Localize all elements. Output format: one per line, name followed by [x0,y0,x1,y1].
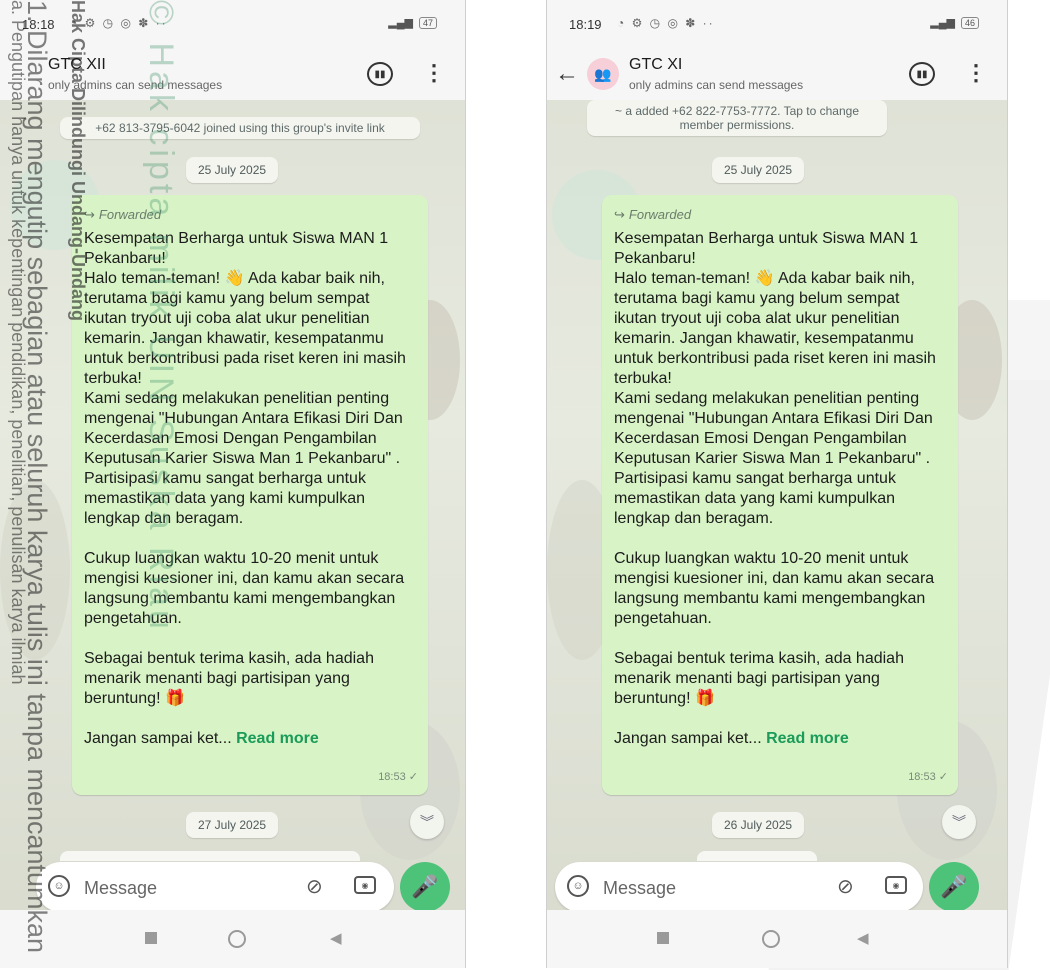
attach-icon[interactable]: ⊘ [306,874,323,899]
mic-button[interactable]: 🎤 [929,862,979,912]
system-message: +62 813-3795-6042 joined using this grou… [60,117,420,139]
system-message: ~ a added +62 822-7753-7772. Tap to chan… [587,100,887,136]
attach-icon[interactable]: ⊘ [837,874,854,899]
scroll-down-icon[interactable]: ︾ [942,805,976,839]
forwarded-label: ↪ Forwarded [614,207,692,222]
group-call-icon[interactable]: ▮▮ [367,62,393,86]
camera-icon[interactable]: ◉ [354,876,376,894]
scroll-down-icon[interactable]: ︾ [410,805,444,839]
status-right: ▂▄▆ 46 [930,16,979,29]
date-chip: 25 July 2025 [712,157,805,183]
status-time: 18:18 [22,17,55,32]
group-subtitle: only admins can send messages [48,78,223,92]
next-message-peek [697,851,817,861]
emoji-icon[interactable]: ☺ [48,875,70,897]
notification-icons: ◔ ⚙ ◷ ◎ ✽ ·· [617,16,715,30]
signal-icon: ▂▄▆ [930,17,955,29]
truncated-text: Jangan sampai ket... [84,730,232,747]
message-paragraph: Kesempatan Berharga untuk Siswa MAN 1 Pe… [614,230,936,527]
message-time: 18:53 ✓ [908,771,948,783]
status-bar: 18:19 ◔ ⚙ ◷ ◎ ✽ ·· ▂▄▆ 46 [547,0,1007,48]
truncated-text: Jangan sampai ket... [614,730,762,747]
recents-icon[interactable] [657,932,669,944]
read-more-link[interactable]: Read more [766,730,849,747]
message-paragraph: Cukup luangkan waktu 10-20 menit untuk m… [84,550,405,627]
more-options-icon[interactable]: ⋮ [423,60,445,86]
notification-icons: ◔ ⚙ ◷ ◎ ✽ ·· [70,16,168,30]
chat-header[interactable]: ← 👥 GTC XI only admins can send messages… [547,48,1007,100]
date-chip: 26 July 2025 [712,812,805,838]
chat-header[interactable]: GTC XII only admins can send messages ▮▮… [0,48,465,100]
message-truncation: Jangan sampai ket... Read more [84,729,416,749]
group-subtitle: only admins can send messages [629,78,804,92]
back-arrow-icon[interactable]: ← [555,60,579,88]
camera-icon[interactable]: ◉ [885,876,907,894]
battery-icon: 46 [960,16,979,29]
message-input[interactable] [601,874,805,902]
message-paragraph: Sebagai bentuk terima kasih, ada hadiah … [84,650,374,707]
status-right: ▂▄▆ 47 [388,16,437,29]
mic-button[interactable]: 🎤 [400,862,450,912]
home-icon[interactable] [762,930,780,948]
date-chip: 25 July 2025 [186,157,279,183]
message-truncation: Jangan sampai ket... Read more [614,729,946,749]
recents-icon[interactable] [145,932,157,944]
more-options-icon[interactable]: ⋮ [965,60,987,86]
message-bubble[interactable]: ↪ Forwarded Kesempatan Berharga untuk Sis… [72,195,428,795]
message-paragraph: Kesempatan Berharga untuk Siswa MAN 1 Pe… [84,230,406,527]
system-nav-bar: ◀ [547,910,1007,968]
message-paragraph: Cukup luangkan waktu 10-20 menit untuk m… [614,550,935,627]
system-nav-bar: ◀ [0,910,465,968]
status-time: 18:19 [569,17,602,32]
group-title[interactable]: GTC XI [629,56,682,74]
emoji-icon[interactable]: ☺ [567,875,589,897]
date-chip: 27 July 2025 [186,812,279,838]
signal-icon: ▂▄▆ [388,17,413,29]
left-phone-screenshot: 18:18 ◔ ⚙ ◷ ◎ ✽ ·· ▂▄▆ 47 GTC XII only a… [0,0,466,968]
message-input[interactable] [82,874,286,902]
group-title[interactable]: GTC XII [48,56,106,74]
right-phone-screenshot: 18:19 ◔ ⚙ ◷ ◎ ✽ ·· ▂▄▆ 46 ← 👥 GTC XI onl… [546,0,1008,968]
next-message-peek [60,851,360,861]
read-more-link[interactable]: Read more [236,730,319,747]
battery-icon: 47 [418,16,437,29]
message-input-bar[interactable]: ☺ ⊘ ◉ [36,862,394,912]
back-nav-icon[interactable]: ◀ [330,929,342,947]
message-bubble[interactable]: ↪ Forwarded Kesempatan Berharga untuk Sis… [602,195,958,795]
forward-icon: ↪ [614,207,625,222]
status-bar: 18:18 ◔ ⚙ ◷ ◎ ✽ ·· ▂▄▆ 47 [0,0,465,48]
message-time: 18:53 ✓ [378,771,418,783]
home-icon[interactable] [228,930,246,948]
forward-icon: ↪ [84,207,95,222]
message-paragraph: Sebagai bentuk terima kasih, ada hadiah … [614,650,904,707]
group-call-icon[interactable]: ▮▮ [909,62,935,86]
forwarded-label: ↪ Forwarded [84,207,162,222]
back-nav-icon[interactable]: ◀ [857,929,869,947]
message-input-bar[interactable]: ☺ ⊘ ◉ [555,862,923,912]
group-avatar-icon[interactable]: 👥 [587,58,619,90]
